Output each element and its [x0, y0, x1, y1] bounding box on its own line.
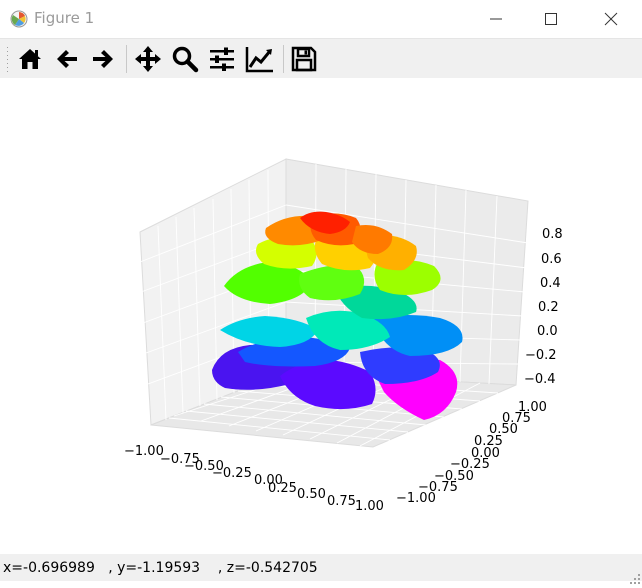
home-button[interactable]: [14, 43, 46, 75]
edit-axis-button[interactable]: [243, 43, 275, 75]
matplotlib-icon: [10, 10, 28, 28]
toolbar-grip[interactable]: [6, 45, 9, 73]
pan-button[interactable]: [132, 43, 164, 75]
figure-canvas[interactable]: −1.00 −0.75 −0.50 −0.25 0.00 0.25 0.50 0…: [0, 78, 642, 554]
navigation-toolbar: [0, 38, 642, 79]
x-tick-label: 0.25: [268, 481, 297, 496]
back-arrow-icon: [57, 50, 77, 68]
z-tick-label: 0.2: [538, 300, 559, 315]
z-tick-label: −0.4: [524, 372, 556, 387]
minimize-button[interactable]: [473, 0, 519, 38]
maximize-icon: [545, 13, 557, 25]
configure-subplots-icon: [210, 47, 234, 71]
edit-axis-icon: [245, 47, 273, 73]
configure-subplots-button[interactable]: [206, 43, 238, 75]
save-icon: [291, 46, 317, 72]
home-icon: [19, 49, 41, 69]
y-tick-label: 1.00: [518, 400, 547, 415]
x-tick-label: −1.00: [124, 444, 164, 459]
axes-3d[interactable]: −1.00 −0.75 −0.50 −0.25 0.00 0.25 0.50 0…: [0, 78, 642, 554]
x-tick-label: −0.25: [212, 466, 252, 481]
back-button[interactable]: [51, 43, 83, 75]
toolbar-separator: [283, 45, 284, 73]
zoom-icon: [172, 46, 199, 73]
close-icon: [604, 12, 618, 26]
title-bar: Figure 1: [0, 0, 642, 38]
save-button[interactable]: [288, 43, 320, 75]
x-tick-label: 0.75: [327, 494, 356, 509]
status-bar: x=-0.696989 , y=-1.19593 , z=-0.542705: [0, 554, 642, 584]
resize-grip[interactable]: [630, 569, 640, 584]
minimize-icon: [490, 18, 502, 20]
pan-icon: [135, 46, 161, 72]
z-tick-label: −0.2: [525, 348, 557, 363]
x-axis-ticks: −1.00 −0.75 −0.50 −0.25 0.00 0.25 0.50 0…: [124, 444, 384, 514]
toolbar-separator: [126, 45, 127, 73]
z-tick-label: 0.6: [541, 252, 562, 267]
window-title: Figure 1: [34, 9, 95, 27]
forward-arrow-icon: [93, 50, 113, 68]
forward-button[interactable]: [87, 43, 119, 75]
maximize-button[interactable]: [528, 0, 574, 38]
close-button[interactable]: [588, 0, 634, 38]
x-tick-label: 0.50: [297, 487, 326, 502]
zoom-button[interactable]: [169, 43, 201, 75]
x-tick-label: 1.00: [355, 499, 384, 514]
z-axis-ticks: −0.4 −0.2 0.0 0.2 0.4 0.6 0.8: [524, 227, 563, 387]
cursor-coordinates: x=-0.696989 , y=-1.19593 , z=-0.542705: [3, 560, 318, 576]
z-tick-label: 0.4: [540, 276, 561, 291]
z-tick-label: 0.0: [537, 324, 558, 339]
z-tick-label: 0.8: [542, 227, 563, 242]
